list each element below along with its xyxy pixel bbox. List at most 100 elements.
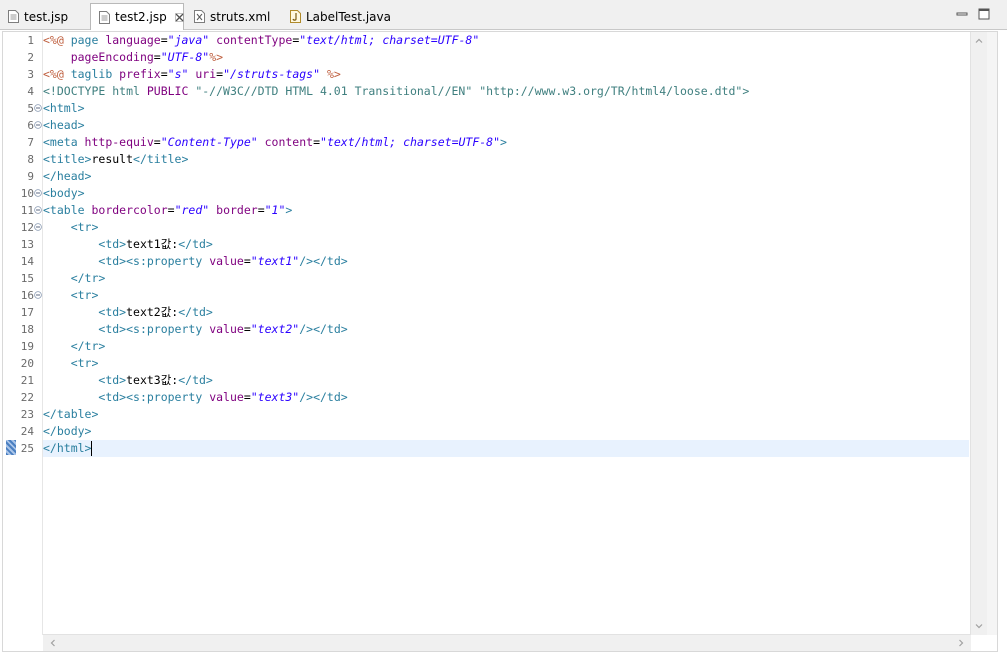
code-area[interactable]: <%@ page language="java" contentType="te…	[43, 32, 969, 635]
code-line[interactable]: <td><s:property value="text1"/></td>	[43, 253, 969, 270]
code-line[interactable]: </table>	[43, 406, 969, 423]
scroll-right-icon[interactable]	[957, 639, 965, 647]
code-line[interactable]: <%@ page language="java" contentType="te…	[43, 32, 969, 49]
vertical-scrollbar[interactable]	[970, 32, 987, 635]
code-token: <%@	[43, 67, 71, 81]
line-number: 24	[20, 425, 34, 438]
fold-collapse-icon[interactable]	[34, 206, 42, 214]
code-line[interactable]: <table bordercolor="red" border="1">	[43, 202, 969, 219]
tab-label: struts.xml	[210, 9, 271, 24]
code-line[interactable]: <td>text3값:</td>	[43, 372, 969, 389]
code-token: </tr>	[70, 271, 106, 285]
code-token: <table	[43, 203, 92, 217]
fold-collapse-icon[interactable]	[34, 104, 42, 112]
code-token: result	[91, 152, 134, 166]
code-line[interactable]: <td><s:property value="text3"/></td>	[43, 389, 969, 406]
code-line[interactable]: <td>text2값:</td>	[43, 304, 969, 321]
code-token: </td>	[178, 237, 213, 251]
scroll-down-icon[interactable]	[975, 622, 983, 630]
code-line[interactable]: </tr>	[43, 270, 969, 287]
code-token: </td>	[313, 390, 348, 404]
code-token: value	[209, 322, 244, 336]
code-token: =	[160, 67, 168, 81]
scroll-up-icon[interactable]	[975, 37, 983, 45]
code-token: page	[70, 33, 106, 47]
line-number: 21	[20, 374, 34, 387]
code-token: "Content-Type"	[160, 135, 258, 149]
code-token: <td>	[98, 322, 127, 336]
code-line[interactable]: <tr>	[43, 355, 969, 372]
fold-collapse-icon[interactable]	[34, 223, 42, 231]
code-token: </html>	[43, 441, 92, 455]
fold-collapse-icon[interactable]	[34, 189, 42, 197]
code-token: </td>	[178, 305, 213, 319]
code-token: <tr>	[70, 220, 99, 234]
line-number-gutter: 1 2 3 4 5 6 7 8 9 10 11 12 13 14 15 16 17 18 19 20 21 22 23 24 2…	[18, 32, 43, 635]
code-token: =	[243, 322, 251, 336]
code-token: />	[299, 254, 314, 268]
code-token: bordercolor	[91, 203, 168, 217]
code-token: <meta	[43, 135, 85, 149]
code-editor[interactable]: 1 2 3 4 5 6 7 8 9 10 11 12 13 14 15 16 17 18 19 20 21 22 23 24 2…	[2, 31, 998, 652]
tab-labeltest-java[interactable]: LabelTest.java	[282, 3, 400, 30]
fold-collapse-icon[interactable]	[34, 291, 42, 299]
code-line[interactable]: <html>	[43, 100, 969, 117]
line-number: 13	[20, 238, 34, 251]
code-line[interactable]: <tr>	[43, 287, 969, 304]
code-line[interactable]: pageEncoding="UTF-8"%>	[43, 49, 969, 66]
line-number: 20	[20, 357, 34, 370]
code-token: </head>	[43, 169, 92, 183]
code-line[interactable]: <td><s:property value="text2"/></td>	[43, 321, 969, 338]
annotation-ruler	[3, 32, 19, 635]
scroll-left-icon[interactable]	[49, 639, 57, 647]
maximize-icon[interactable]	[978, 8, 990, 20]
tab-test-jsp[interactable]: test.jsp	[0, 3, 88, 30]
code-line[interactable]: </body>	[43, 423, 969, 440]
code-token: text3값:	[126, 373, 179, 387]
code-line[interactable]: <%@ taglib prefix="s" uri="/struts-tags"…	[43, 66, 969, 83]
code-token: =	[257, 203, 265, 217]
code-line[interactable]: <title>result</title>	[43, 151, 969, 168]
code-token: </body>	[43, 424, 92, 438]
line-number: 12	[20, 221, 34, 234]
line-number: 22	[20, 391, 34, 404]
code-token: "text2"	[250, 322, 300, 336]
code-token: http-equiv	[84, 135, 154, 149]
code-line[interactable]: </html>	[43, 440, 969, 457]
code-token: <head>	[43, 118, 85, 132]
code-token: </tr>	[70, 339, 106, 353]
code-token: </td>	[178, 373, 213, 387]
jsp-file-icon	[99, 10, 110, 24]
code-line[interactable]: </head>	[43, 168, 969, 185]
code-line[interactable]: </tr>	[43, 338, 969, 355]
code-token: </td>	[313, 322, 348, 336]
current-line-marker	[6, 440, 16, 455]
code-token: "http://www.w3.org/TR/html4/loose.dtd"	[479, 84, 743, 98]
code-token: =	[243, 390, 251, 404]
code-token: <%@	[43, 33, 71, 47]
code-line[interactable]: <body>	[43, 185, 969, 202]
code-token: <body>	[43, 186, 85, 200]
code-token: <s:property	[126, 254, 210, 268]
close-icon[interactable]	[174, 12, 184, 22]
horizontal-scrollbar[interactable]	[43, 634, 971, 651]
java-file-icon	[290, 10, 301, 23]
code-line[interactable]: <head>	[43, 117, 969, 134]
tab-struts-xml[interactable]: struts.xml	[186, 3, 280, 30]
code-token: =	[167, 203, 175, 217]
code-line[interactable]: <!DOCTYPE html PUBLIC "-//W3C//DTD HTML …	[43, 83, 969, 100]
line-number: 3	[27, 68, 34, 81]
code-token: =	[153, 50, 161, 64]
code-token: </table>	[43, 407, 99, 421]
jsp-file-icon	[8, 10, 19, 23]
code-line[interactable]: <meta http-equiv="Content-Type" content=…	[43, 134, 969, 151]
tab-test2-jsp[interactable]: test2.jsp	[90, 3, 184, 30]
code-line[interactable]: <td>text1값:</td>	[43, 236, 969, 253]
code-line[interactable]: <tr>	[43, 219, 969, 236]
minimize-icon[interactable]	[956, 8, 968, 20]
fold-collapse-icon[interactable]	[34, 121, 42, 129]
